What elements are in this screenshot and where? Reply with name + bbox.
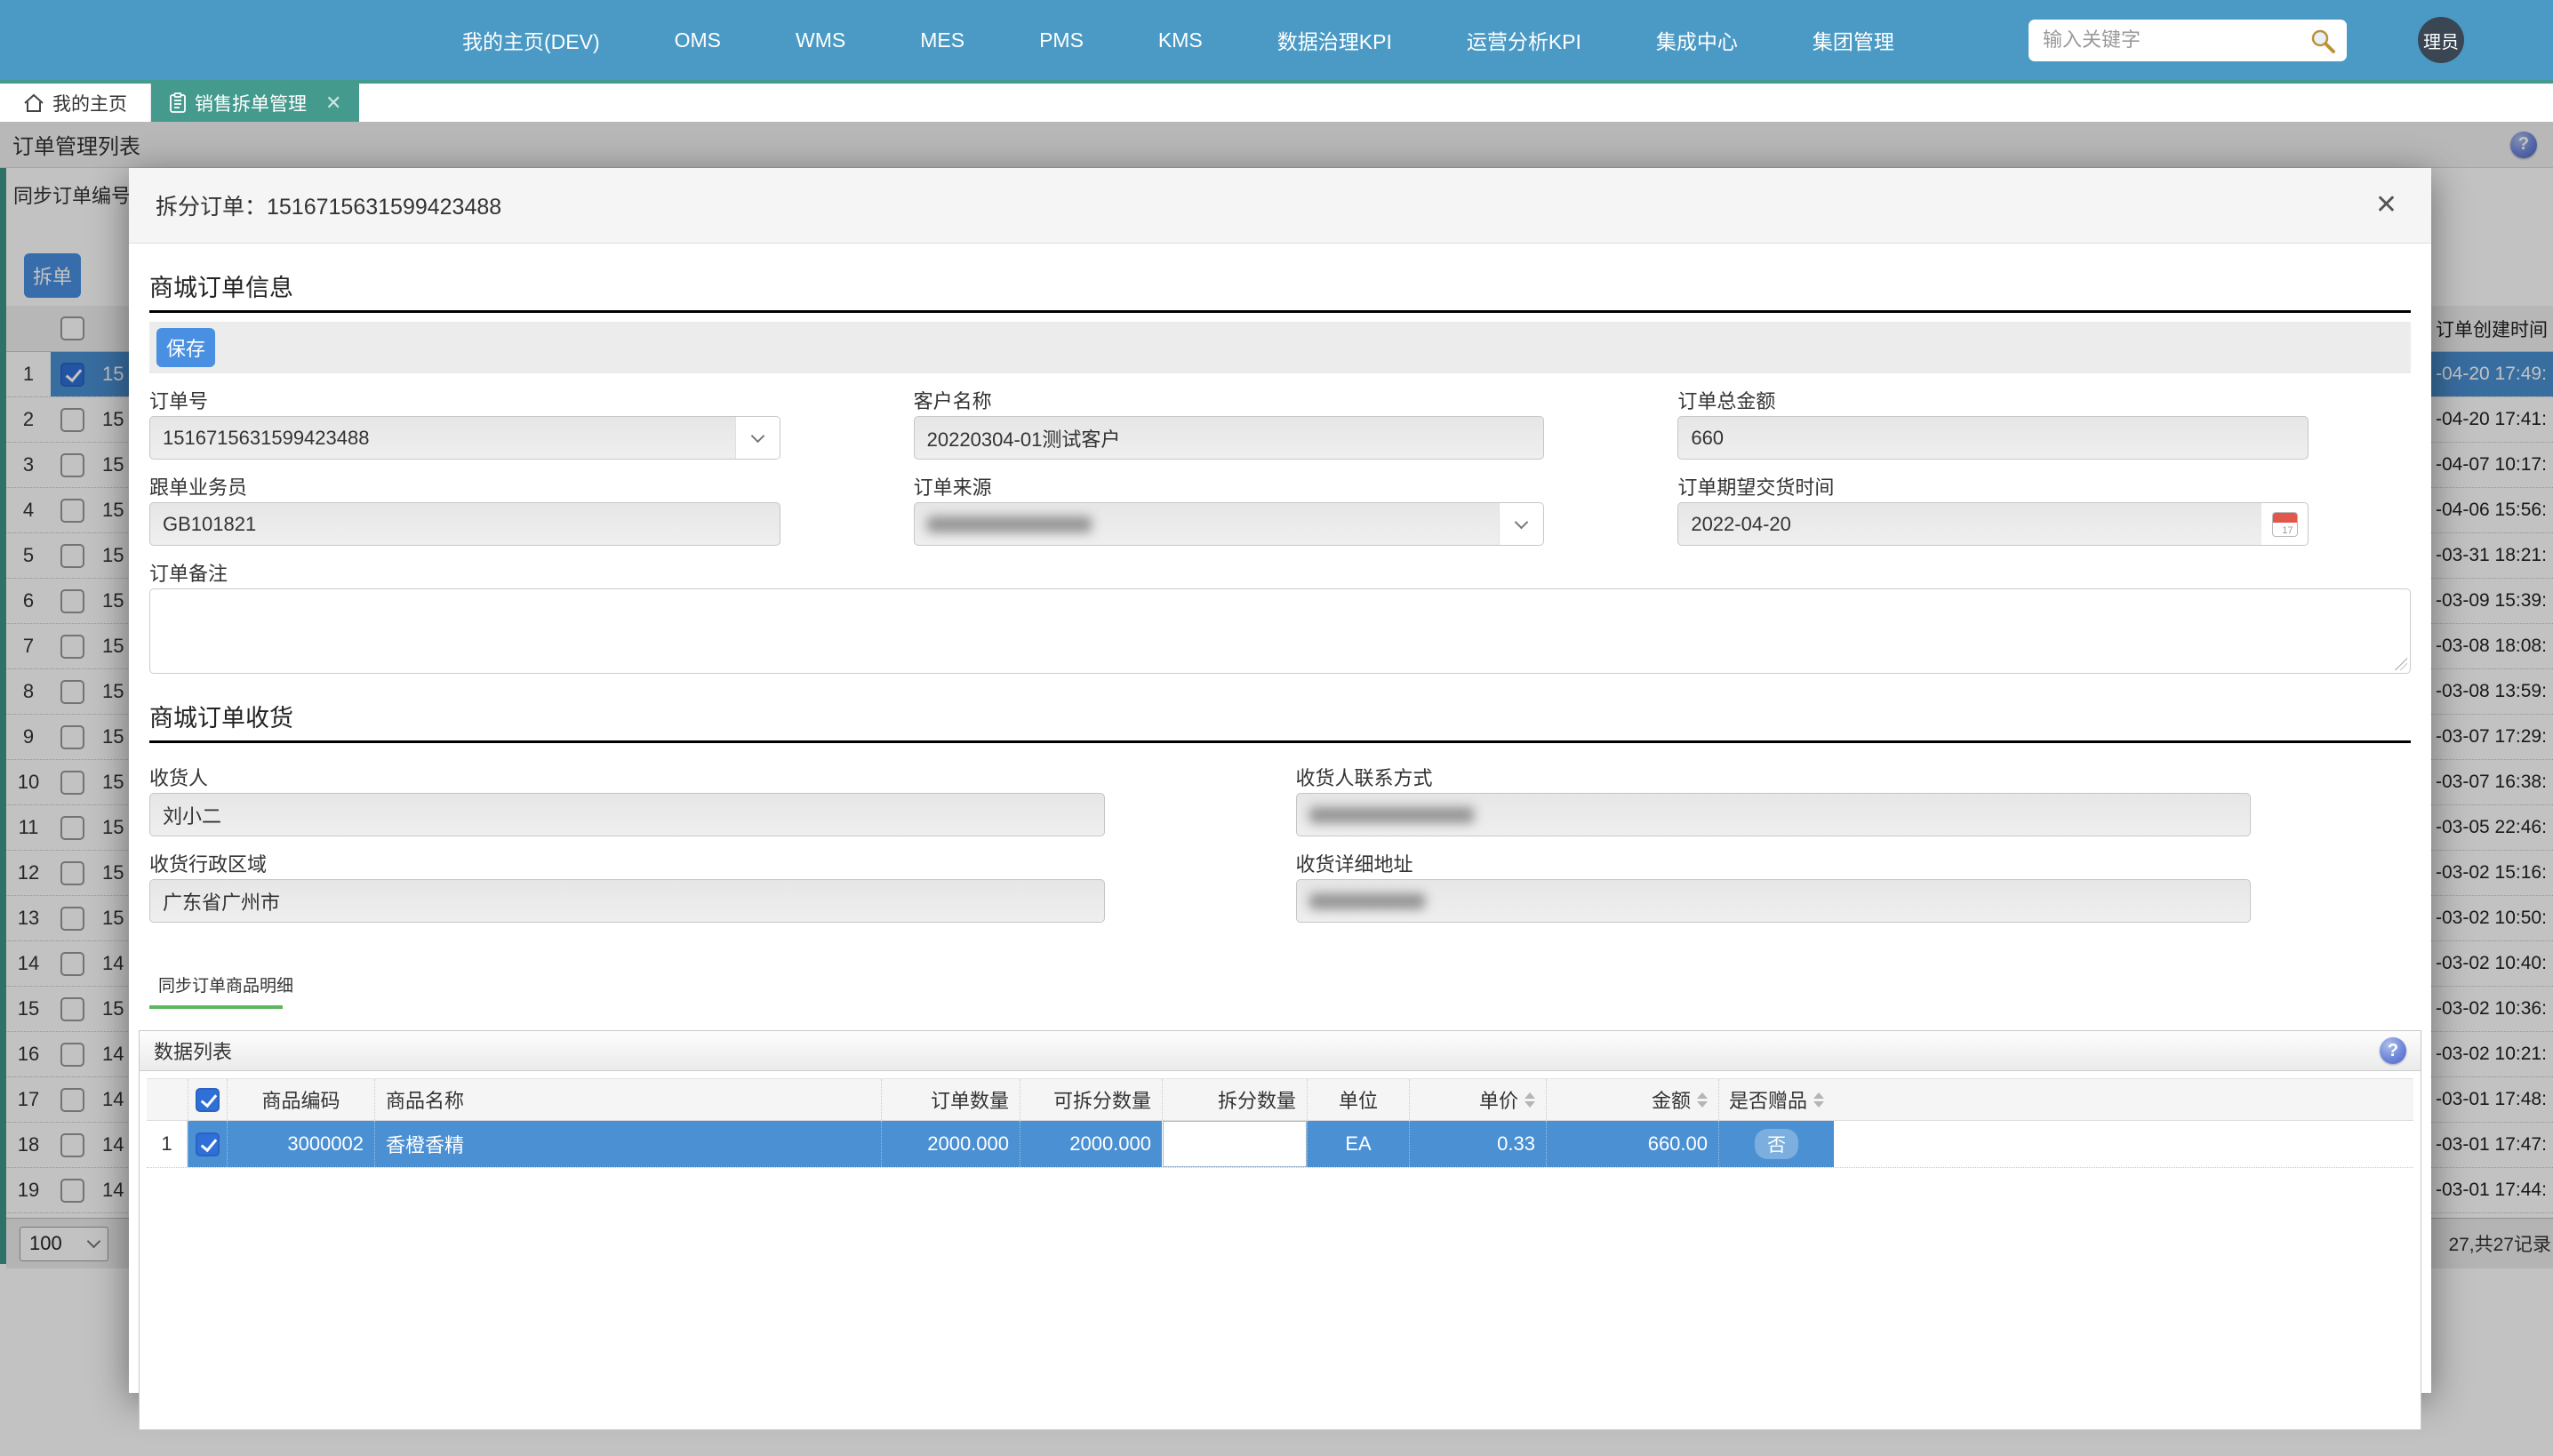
active-tab-underline xyxy=(149,1005,283,1009)
section-shipping: 商城订单收货 xyxy=(149,699,2411,743)
panel-title: 数据列表 xyxy=(154,1036,232,1065)
modal-body: 商城订单信息 保存 订单号 1516715631599423488 客户名称 2… xyxy=(129,268,2431,1430)
search-input[interactable] xyxy=(2029,20,2347,61)
top-menu-item[interactable]: KMS xyxy=(1158,28,1203,52)
modal-toolbar: 保存 xyxy=(149,322,2411,373)
col-price[interactable]: 单价 xyxy=(1409,1079,1546,1120)
order-info-form: 订单号 1516715631599423488 客户名称 20220304-01… xyxy=(149,373,2309,546)
col-splittable-qty[interactable]: 可拆分数量 xyxy=(1020,1079,1162,1120)
top-menu-item[interactable]: OMS xyxy=(675,28,721,52)
delivery-date-label: 订单期望交货时间 xyxy=(1677,472,2309,495)
top-menu-item[interactable]: 集团管理 xyxy=(1813,25,1894,55)
top-menu-item[interactable]: WMS xyxy=(796,28,845,52)
detail-row-checkbox[interactable] xyxy=(196,1132,220,1156)
cell-splittable-qty: 2000.000 xyxy=(1020,1121,1162,1167)
search-icon[interactable] xyxy=(2309,28,2336,54)
order-no-label: 订单号 xyxy=(149,386,780,409)
col-order-qty[interactable]: 订单数量 xyxy=(881,1079,1020,1120)
section-order-info: 商城订单信息 xyxy=(149,268,2411,313)
cell-product-code: 3000002 xyxy=(227,1121,374,1167)
order-source-select[interactable] xyxy=(914,502,1545,546)
data-list-panel: 数据列表 ? 商品编码 商品名称 订单数量 可拆分数量 拆分数量 单位 单价 xyxy=(139,1030,2421,1430)
col-split-qty[interactable]: 拆分数量 xyxy=(1162,1079,1307,1120)
sort-icon[interactable] xyxy=(1813,1092,1824,1108)
user-avatar[interactable]: 理员 xyxy=(2418,17,2464,63)
tab-sales-split-label: 销售拆单管理 xyxy=(195,90,307,116)
detail-select-all-checkbox[interactable] xyxy=(196,1088,220,1112)
sort-icon[interactable] xyxy=(1525,1092,1535,1108)
col-product-name[interactable]: 商品名称 xyxy=(374,1079,881,1120)
sort-icon[interactable] xyxy=(1697,1092,1708,1108)
cell-amount: 660.00 xyxy=(1546,1121,1718,1167)
top-menu-item[interactable]: 我的主页(DEV) xyxy=(462,25,600,55)
panel-help-icon[interactable]: ? xyxy=(2380,1037,2406,1064)
delivery-date-field[interactable]: 2022-04-20 xyxy=(1677,502,2309,546)
top-menu: 我的主页(DEV) OMS WMS MES PMS KMS 数据治理KPI 运营分析KPI 集成… xyxy=(462,25,1894,55)
address-field[interactable] xyxy=(1296,879,2252,923)
clipboard-icon xyxy=(169,92,187,114)
customer-field[interactable]: 20220304-01测试客户 xyxy=(914,416,1545,460)
home-icon xyxy=(23,92,44,114)
cell-product-name: 香橙香精 xyxy=(374,1121,881,1167)
tab-bar: 我的主页 销售拆单管理 ✕ xyxy=(0,80,2553,122)
salesman-field[interactable]: GB101821 xyxy=(149,502,780,546)
total-amount-label: 订单总金额 xyxy=(1677,386,2309,409)
col-amount[interactable]: 金额 xyxy=(1546,1079,1718,1120)
address-label: 收货详细地址 xyxy=(1296,849,2252,872)
tab-sales-split[interactable]: 销售拆单管理 ✕ xyxy=(151,84,359,122)
col-unit[interactable]: 单位 xyxy=(1307,1079,1409,1120)
remark-label: 订单备注 xyxy=(149,558,2411,581)
remark-textarea[interactable] xyxy=(149,588,2411,674)
redacted-value xyxy=(1309,807,1474,823)
cell-order-qty: 2000.000 xyxy=(881,1121,1020,1167)
tab-home-label: 我的主页 xyxy=(52,90,127,116)
detail-grid-header: 商品编码 商品名称 订单数量 可拆分数量 拆分数量 单位 单价 金额 是否赠品 xyxy=(147,1078,2413,1121)
cell-unit: EA xyxy=(1307,1121,1409,1167)
redacted-value xyxy=(927,516,1092,532)
redacted-value xyxy=(1309,893,1425,909)
calendar-icon[interactable] xyxy=(2272,512,2298,537)
col-product-code[interactable]: 商品编码 xyxy=(227,1079,374,1120)
order-no-select[interactable]: 1516715631599423488 xyxy=(149,416,780,460)
split-qty-input[interactable] xyxy=(1163,1121,1307,1167)
remark-wrap xyxy=(149,588,2411,674)
modal-title: 拆分订单：1516715631599423488 xyxy=(156,189,501,221)
detail-row[interactable]: 1 3000002 香橙香精 2000.000 2000.000 EA 0.33… xyxy=(147,1121,2413,1168)
order-source-label: 订单来源 xyxy=(914,472,1545,495)
top-menu-item[interactable]: 集成中心 xyxy=(1656,25,1738,55)
chevron-down-icon xyxy=(1515,515,1529,529)
detail-grid: 商品编码 商品名称 订单数量 可拆分数量 拆分数量 单位 单价 金额 是否赠品 xyxy=(140,1071,2421,1168)
application-window: 我的主页(DEV) OMS WMS MES PMS KMS 数据治理KPI 运营分析KPI 集成… xyxy=(0,0,2553,1456)
top-navbar: 我的主页(DEV) OMS WMS MES PMS KMS 数据治理KPI 运营分析KPI 集成… xyxy=(0,0,2553,80)
col-is-gift[interactable]: 是否赠品 xyxy=(1718,1079,1834,1120)
data-list-panel-header: 数据列表 ? xyxy=(140,1031,2421,1071)
cell-price: 0.33 xyxy=(1409,1121,1546,1167)
gift-badge: 否 xyxy=(1755,1129,1798,1159)
chevron-down-icon xyxy=(750,428,764,443)
split-order-modal: 拆分订单：1516715631599423488 ✕ 商城订单信息 保存 订单号… xyxy=(129,168,2431,1393)
top-menu-item[interactable]: 数据治理KPI xyxy=(1277,25,1392,55)
receiver-label: 收货人 xyxy=(149,763,1105,786)
global-search xyxy=(2029,20,2347,61)
receiver-field[interactable]: 刘小二 xyxy=(149,793,1105,836)
tab-home[interactable]: 我的主页 xyxy=(0,84,151,122)
region-field[interactable]: 广东省广州市 xyxy=(149,879,1105,923)
salesman-label: 跟单业务员 xyxy=(149,472,780,495)
contact-label: 收货人联系方式 xyxy=(1296,763,2252,786)
region-label: 收货行政区域 xyxy=(149,849,1105,872)
contact-field[interactable] xyxy=(1296,793,2252,836)
top-menu-item[interactable]: 运营分析KPI xyxy=(1467,25,1581,55)
resize-handle-icon[interactable] xyxy=(2395,658,2407,670)
total-amount-field[interactable]: 660 xyxy=(1677,416,2309,460)
tab-close-icon[interactable]: ✕ xyxy=(325,92,341,115)
tab-sync-order-items[interactable]: 同步订单商品明细 xyxy=(149,972,320,1005)
top-menu-item[interactable]: PMS xyxy=(1039,28,1084,52)
top-menu-item[interactable]: MES xyxy=(920,28,964,52)
customer-label: 客户名称 xyxy=(914,386,1545,409)
modal-close-icon[interactable]: ✕ xyxy=(2368,188,2405,222)
modal-header: 拆分订单：1516715631599423488 ✕ xyxy=(129,168,2431,244)
shipping-form: 收货人 刘小二 收货人联系方式 收货行政区域 广东省广州市 xyxy=(149,750,2251,923)
save-button[interactable]: 保存 xyxy=(156,328,215,367)
detail-tabs: 同步订单商品明细 xyxy=(149,972,2411,1009)
